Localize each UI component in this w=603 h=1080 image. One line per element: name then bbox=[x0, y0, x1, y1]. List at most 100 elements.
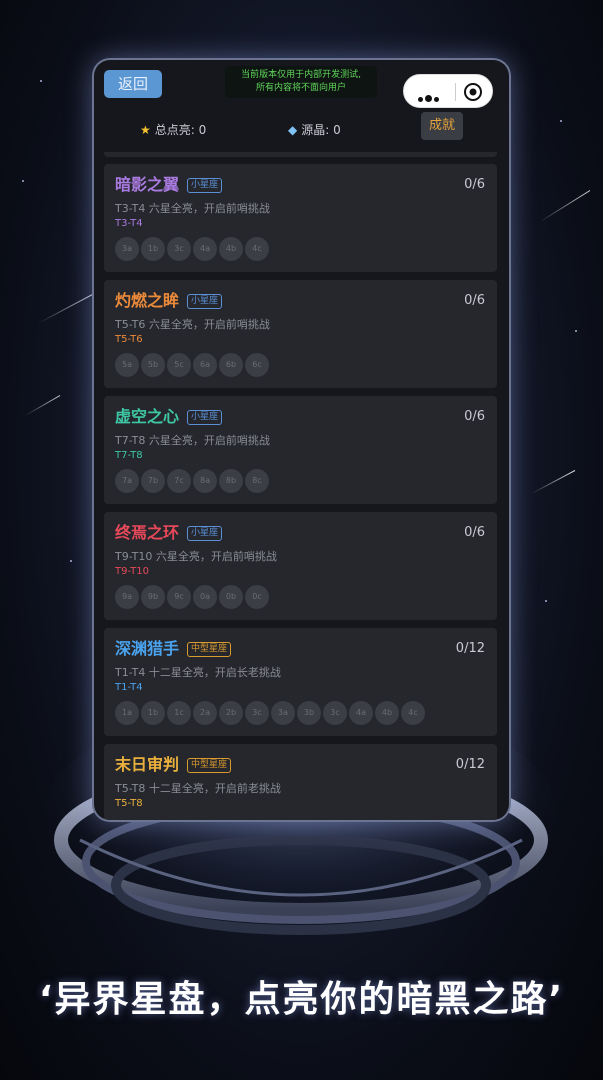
star-dot bbox=[545, 600, 547, 602]
constellation-size-badge: 小星座 bbox=[187, 178, 223, 193]
shooting-star bbox=[25, 395, 61, 416]
star-node[interactable]: 4a bbox=[349, 701, 373, 725]
capsule-divider bbox=[455, 83, 456, 101]
star-node[interactable]: 1a bbox=[115, 701, 139, 725]
achievement-button[interactable]: 成就 bbox=[421, 112, 463, 140]
star-node[interactable]: 3c bbox=[323, 701, 347, 725]
star-node[interactable]: 8b bbox=[219, 469, 243, 493]
star-node[interactable]: 4c bbox=[245, 237, 269, 261]
star-dot bbox=[22, 180, 24, 182]
star-node[interactable]: 5b bbox=[141, 353, 165, 377]
total-lit-label: 总点亮: 0 bbox=[154, 123, 207, 137]
total-lit-stat: ★ 总点亮: 0 bbox=[140, 120, 206, 140]
previous-card-edge bbox=[104, 152, 497, 157]
star-node[interactable]: 5a bbox=[115, 353, 139, 377]
star-node[interactable]: 7b bbox=[141, 469, 165, 493]
star-node[interactable]: 7c bbox=[167, 469, 191, 493]
star-node[interactable]: 3b bbox=[297, 701, 321, 725]
star-node[interactable]: 1c bbox=[167, 701, 191, 725]
star-node[interactable]: 7a bbox=[115, 469, 139, 493]
progress-count: 0/6 bbox=[464, 409, 485, 424]
card-description: T1-T4 十二星全亮，开启长老挑战 bbox=[115, 666, 281, 679]
target-circle-icon[interactable] bbox=[463, 82, 483, 102]
star-node[interactable]: 6b bbox=[219, 353, 243, 377]
constellation-size-badge: 小星座 bbox=[187, 410, 223, 425]
slogan: ‘异界星盘，点亮你的暗黑之路’ bbox=[38, 979, 565, 1020]
star-node[interactable]: 5c bbox=[167, 353, 191, 377]
miniprogram-capsule bbox=[403, 74, 493, 108]
shooting-star bbox=[538, 190, 591, 223]
constellation-card[interactable]: 末日审判 中型星座 0/12 T5-T8 十二星全亮，开启前老挑战 T5-T8 bbox=[104, 744, 497, 820]
progress-count: 0/12 bbox=[455, 757, 485, 772]
constellation-card[interactable]: 暗影之翼 小星座 0/6 T3-T4 六星全亮，开启前哨挑战 T3-T4 3a 1b 3c 4a… bbox=[104, 164, 497, 272]
star-node[interactable]: 9b bbox=[141, 585, 165, 609]
phone-screen: 返回 当前版本仅用于内部开发测试, 所有内容将不面向用户 ★ 总点亮: 0 ◆ 源晶… bbox=[94, 60, 509, 820]
crystal-label: 源晶: 0 bbox=[301, 123, 341, 137]
tier-range: T3-T4 bbox=[115, 218, 143, 229]
progress-count: 0/6 bbox=[464, 525, 485, 540]
star-node[interactable]: 1b bbox=[141, 237, 165, 261]
card-description: T3-T4 六星全亮，开启前哨挑战 bbox=[115, 202, 270, 215]
dev-notice: 当前版本仅用于内部开发测试, 所有内容将不面向用户 bbox=[225, 66, 377, 98]
star-node[interactable]: 0b bbox=[219, 585, 243, 609]
star-node[interactable]: 8a bbox=[193, 469, 217, 493]
shooting-star bbox=[37, 290, 101, 324]
star-dot bbox=[560, 120, 562, 122]
card-title: 末日审判 bbox=[115, 755, 180, 774]
top-bar: 返回 当前版本仅用于内部开发测试, 所有内容将不面向用户 bbox=[94, 60, 509, 108]
star-node[interactable]: 3c bbox=[167, 237, 191, 261]
dev-notice-line1: 当前版本仅用于内部开发测试, bbox=[241, 70, 361, 80]
tier-range: T5-T6 bbox=[115, 334, 143, 345]
star-node[interactable]: 0a bbox=[193, 585, 217, 609]
star-node[interactable]: 2a bbox=[193, 701, 217, 725]
star-dot bbox=[70, 560, 72, 562]
constellation-card[interactable]: 深渊猎手 中型星座 0/12 T1-T4 十二星全亮，开启长老挑战 T1-T4 1a 1b 1… bbox=[104, 628, 497, 736]
shooting-star bbox=[530, 470, 576, 495]
card-description: T5-T6 六星全亮，开启前哨挑战 bbox=[115, 318, 270, 331]
more-dots-icon[interactable] bbox=[418, 87, 446, 102]
star-node[interactable]: 4b bbox=[219, 237, 243, 261]
star-node[interactable]: 9c bbox=[167, 585, 191, 609]
card-title: 灼燃之眸 bbox=[115, 291, 180, 310]
constellation-size-badge: 小星座 bbox=[187, 526, 223, 541]
card-title: 虚空之心 bbox=[115, 407, 180, 426]
card-title: 深渊猎手 bbox=[115, 639, 180, 658]
star-node[interactable]: 4a bbox=[193, 237, 217, 261]
star-icon: ★ bbox=[140, 123, 151, 137]
tier-range: T7-T8 bbox=[115, 450, 143, 461]
star-node[interactable]: 1b bbox=[141, 701, 165, 725]
star-node[interactable]: 3a bbox=[271, 701, 295, 725]
dev-notice-line2: 所有内容将不面向用户 bbox=[255, 83, 346, 93]
star-node[interactable]: 6c bbox=[245, 353, 269, 377]
progress-count: 0/12 bbox=[455, 641, 485, 656]
card-description: T7-T8 六星全亮，开启前哨挑战 bbox=[115, 434, 270, 447]
star-node[interactable]: 9a bbox=[115, 585, 139, 609]
star-node[interactable]: 6a bbox=[193, 353, 217, 377]
progress-count: 0/6 bbox=[464, 177, 485, 192]
star-node[interactable]: 3c bbox=[245, 701, 269, 725]
star-dot bbox=[575, 330, 577, 332]
tier-range: T1-T4 bbox=[115, 682, 143, 693]
back-button[interactable]: 返回 bbox=[104, 70, 162, 98]
constellation-size-badge: 中型星座 bbox=[187, 642, 232, 657]
diamond-icon: ◆ bbox=[288, 123, 298, 137]
constellation-card[interactable]: 虚空之心 小星座 0/6 T7-T8 六星全亮，开启前哨挑战 T7-T8 7a 7b 7c 8a… bbox=[104, 396, 497, 504]
star-node[interactable]: 4b bbox=[375, 701, 399, 725]
card-description: T5-T8 十二星全亮，开启前老挑战 bbox=[115, 782, 281, 795]
star-node[interactable]: 3a bbox=[115, 237, 139, 261]
tier-range: T9-T10 bbox=[115, 566, 149, 577]
star-node[interactable]: 4c bbox=[401, 701, 425, 725]
star-node[interactable]: 2b bbox=[219, 701, 243, 725]
star-dot bbox=[40, 80, 42, 82]
tier-range: T5-T8 bbox=[115, 798, 143, 809]
constellation-size-badge: 小星座 bbox=[187, 294, 223, 309]
crystal-stat: ◆ 源晶: 0 bbox=[288, 120, 341, 140]
star-node[interactable]: 8c bbox=[245, 469, 269, 493]
card-description: T9-T10 六星全亮，开启前哨挑战 bbox=[115, 550, 277, 563]
constellation-list[interactable]: 暗影之翼 小星座 0/6 T3-T4 六星全亮，开启前哨挑战 T3-T4 3a 1b 3c 4a… bbox=[94, 152, 509, 820]
card-title: 终焉之环 bbox=[115, 523, 180, 542]
constellation-card[interactable]: 灼燃之眸 小星座 0/6 T5-T6 六星全亮，开启前哨挑战 T5-T6 5a 5b 5c 6a… bbox=[104, 280, 497, 388]
progress-count: 0/6 bbox=[464, 293, 485, 308]
constellation-card[interactable]: 终焉之环 小星座 0/6 T9-T10 六星全亮，开启前哨挑战 T9-T10 9a 9b 9c… bbox=[104, 512, 497, 620]
star-node[interactable]: 0c bbox=[245, 585, 269, 609]
